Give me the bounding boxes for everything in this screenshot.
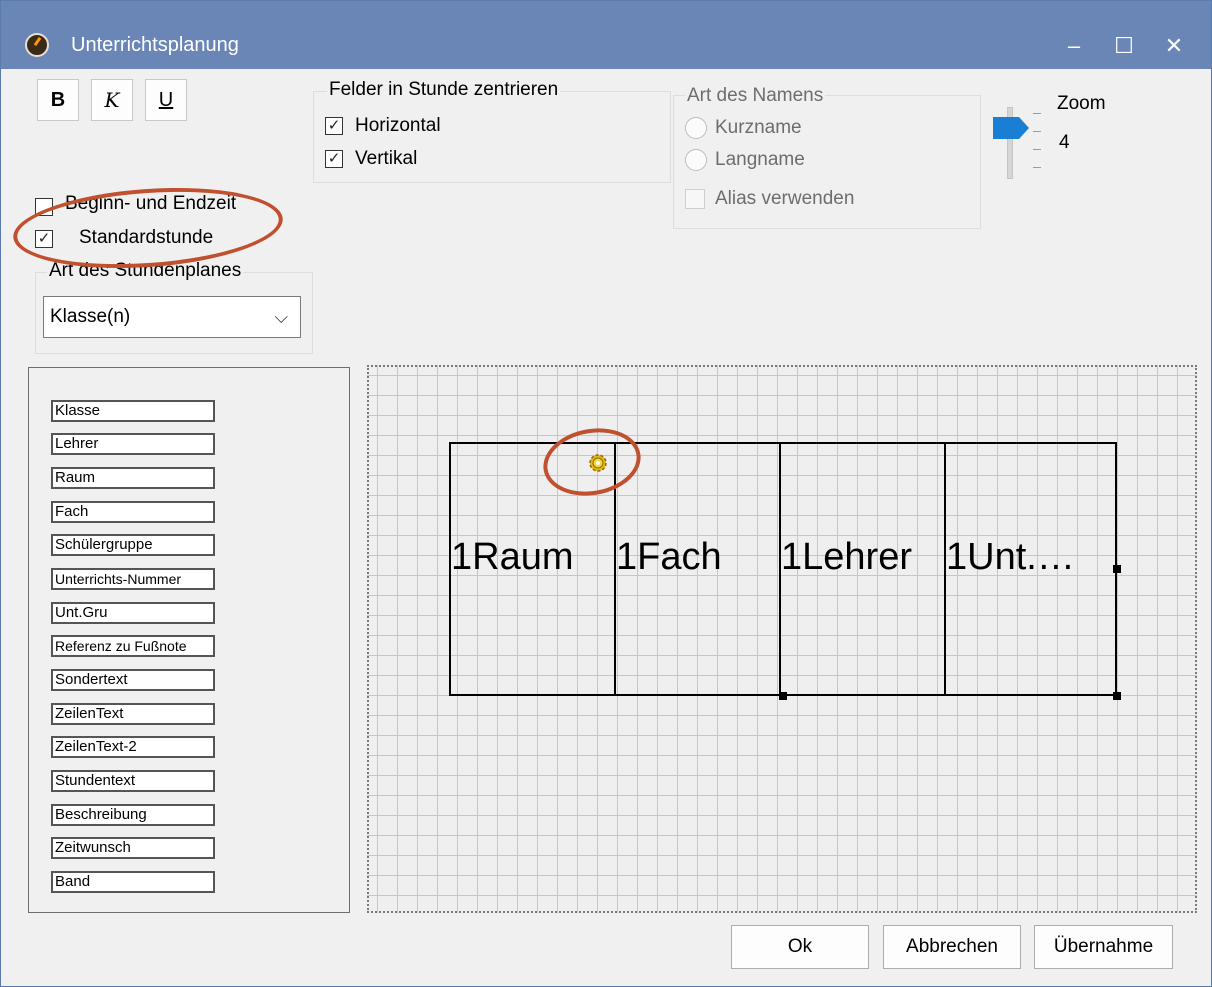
chevron-down-icon: ⌵ (274, 307, 288, 327)
field-item[interactable]: Referenz zu Fußnote (51, 635, 215, 657)
ok-button[interactable]: Ok (731, 925, 869, 969)
kurzname-label: Kurzname (715, 117, 802, 138)
field-item[interactable]: Sondertext (51, 669, 215, 691)
langname-label: Langname (715, 149, 805, 170)
field-item[interactable]: Beschreibung (51, 804, 215, 826)
field-item[interactable]: Klasse (51, 400, 215, 422)
field-item[interactable]: Unterrichts-Nummer (51, 568, 215, 590)
layout-canvas[interactable]: 1Raum 1Fach 1Lehrer 1Unt.… (367, 365, 1197, 913)
cancel-button[interactable]: Abbrechen (883, 925, 1021, 969)
apply-button[interactable]: Übernahme (1034, 925, 1173, 969)
field-item[interactable]: ZeilenText (51, 703, 215, 725)
center-fields-title: Felder in Stunde zentrieren (327, 79, 561, 101)
layout-cell-text: 1Unt.… (946, 536, 1075, 578)
layout-cell-text: 1Fach (616, 536, 722, 578)
zoom-ticks (1033, 113, 1041, 173)
italic-button[interactable]: K (91, 79, 133, 121)
langname-radio[interactable] (685, 149, 707, 171)
alias-checkbox[interactable] (685, 189, 705, 209)
horizontal-checkbox[interactable]: ✓ (325, 117, 343, 135)
layout-cell-text: 1Raum (451, 536, 574, 578)
underline-button[interactable]: U (145, 79, 187, 121)
vertikal-label: Vertikal (355, 148, 418, 169)
plan-type-select[interactable]: Klasse(n) ⌵ (43, 296, 301, 338)
app-clock-icon (25, 33, 49, 57)
field-item[interactable]: Band (51, 871, 215, 893)
alias-label: Alias verwenden (715, 188, 855, 209)
minimize-button[interactable]: – (1059, 31, 1089, 61)
field-list-panel: Klasse Lehrer Raum Fach Schülergruppe Un… (28, 367, 350, 913)
field-item[interactable]: Raum (51, 467, 215, 489)
layout-cell[interactable]: 1Fach (614, 442, 781, 696)
resize-handle[interactable] (779, 692, 787, 700)
zoom-value: 4 (1059, 132, 1070, 153)
name-type-title: Art des Namens (685, 85, 826, 107)
vertikal-checkbox[interactable]: ✓ (325, 150, 343, 168)
horizontal-label: Horizontal (355, 115, 441, 136)
field-item[interactable]: Fach (51, 501, 215, 523)
field-item[interactable]: ZeilenText-2 (51, 736, 215, 758)
layout-cell[interactable]: 1Lehrer (779, 442, 946, 696)
layout-cell-text: 1Lehrer (781, 536, 912, 578)
dialog-window: Unterrichtsplanung – ☐ ✕ B K U Beginn- u… (0, 0, 1212, 987)
kurzname-radio[interactable] (685, 117, 707, 139)
maximize-button[interactable]: ☐ (1109, 31, 1139, 61)
layout-cell[interactable]: 1Unt.… (944, 442, 1117, 696)
field-item[interactable]: Unt.Gru (51, 602, 215, 624)
resize-handle[interactable] (1113, 565, 1121, 573)
field-item[interactable]: Lehrer (51, 433, 215, 455)
annotation-ellipse (10, 179, 286, 277)
window-title: Unterrichtsplanung (71, 34, 239, 56)
close-button[interactable]: ✕ (1159, 31, 1189, 61)
bold-button[interactable]: B (37, 79, 79, 121)
zoom-label: Zoom (1057, 93, 1106, 114)
resize-handle[interactable] (1113, 692, 1121, 700)
zoom-slider-thumb[interactable] (993, 117, 1033, 139)
field-item[interactable]: Schülergruppe (51, 534, 215, 556)
title-bar[interactable]: Unterrichtsplanung – ☐ ✕ (1, 1, 1211, 69)
field-item[interactable]: Stundentext (51, 770, 215, 792)
field-item[interactable]: Zeitwunsch (51, 837, 215, 859)
plan-type-value: Klasse(n) (50, 306, 131, 327)
